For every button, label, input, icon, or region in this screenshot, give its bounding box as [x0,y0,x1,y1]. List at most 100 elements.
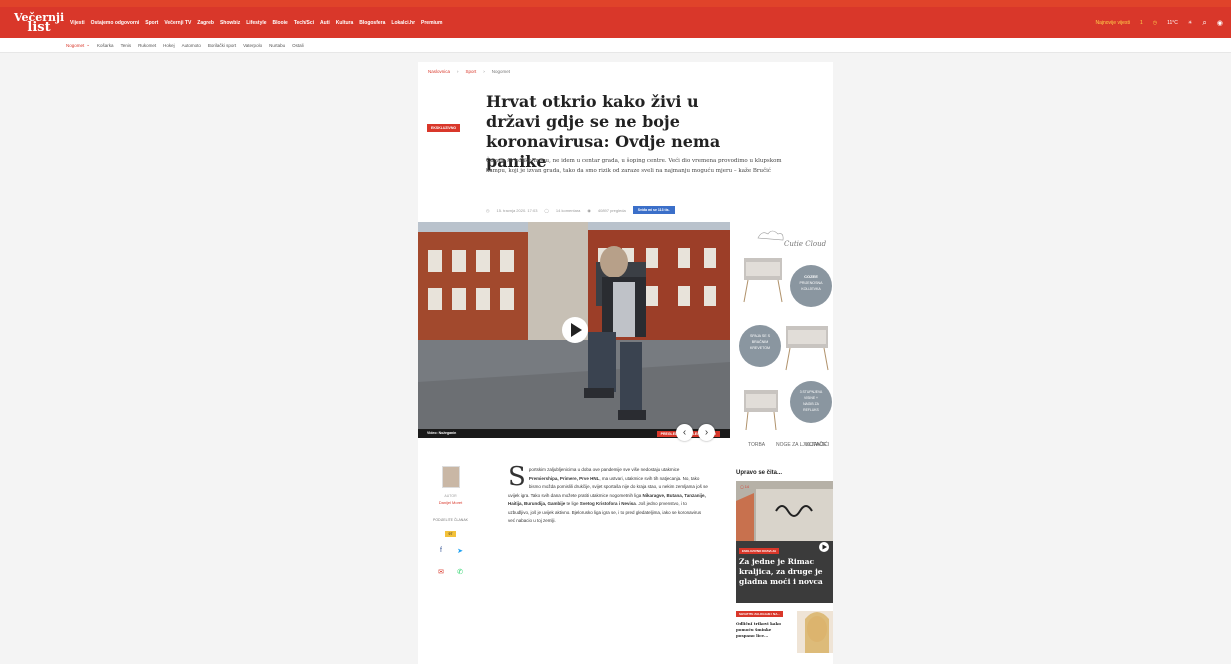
article-lead: Čuvam se koliko mogu, ne idem u centar g… [486,158,782,174]
trending-mini-image [797,611,833,653]
breadcrumb-sport[interactable]: Sport [466,69,477,74]
svg-text:PRIJENOSNA: PRIJENOSNA [800,281,824,285]
video-thumbnail [418,222,730,438]
trending-card-count: 14 [744,485,749,489]
clock-icon: ◷ [1152,19,1158,26]
main-navbar: Večernji list Vijesti Ostajemo odgovorni… [0,7,1231,38]
svg-text:KREVETOM: KREVETOM [750,346,770,350]
nav-tech[interactable]: Tech/Sci [294,20,314,26]
sport-subnav: Nogomet ⌄ Košarka Tenis Rukomet Hokej Au… [0,38,1231,53]
views-count: 40897 pregleda [597,207,626,213]
author-avatar[interactable] [441,466,460,488]
video-caption: Video: Nožeganin [427,431,457,435]
comment-count-badge: ◯ 14 [740,485,749,489]
nav-auti[interactable]: Auti [320,20,330,26]
ad-illustration: Cutie Cloud COZEE PRIJENOSNA KOLIJEVKA S… [736,222,833,458]
subnav-vaterpolo[interactable]: Vaterpolo [243,43,262,48]
article-body: S portskim zaljubljenicima u doba ove pa… [508,462,708,526]
main-nav-links: Vijesti Ostajemo odgovorni Sport Večernj… [70,20,448,26]
subnav-tenis[interactable]: Tenis [121,43,132,48]
author-box: AUTOR Danijel Moret PODIJELITE ČLANAK 97… [428,466,473,576]
nav-vijesti[interactable]: Vijesti [70,20,85,26]
body-bold: Premiershipa, Primere, Prve HNL [528,475,600,481]
trending-sidebar: Upravo se čita... ◯ 14 ESKLUZIVNO KRAVLJ… [736,470,833,656]
article-meta: ◷ 15. travnja 2020. 17:03 ◯ 14 komentara… [486,206,675,214]
subnav-automoto[interactable]: Automoto [182,43,201,48]
weather-temp: 11°C [1167,19,1178,26]
trending-card-badge: ESKLUZIVNO KRAVLJA [739,548,780,554]
nav-sport[interactable]: Sport [145,20,158,26]
share-label: PODIJELITE ČLANAK [432,518,468,522]
body-text: te lige [565,501,580,506]
facebook-like-button[interactable]: Sviđa mi se 113 tis. [632,206,675,214]
svg-text:REFLUKS: REFLUKS [803,408,819,412]
subnav-kosarka[interactable]: Košarka [97,43,114,48]
trending-mini-card[interactable]: SHVATITE ZALOGAJE I NA... OdličnI trikov… [736,611,833,656]
nav-zagreb[interactable]: Zagreb [197,20,214,26]
nav-blooie[interactable]: Blooie [273,20,288,26]
breadcrumb-separator: › [483,69,485,74]
nav-ostajemo[interactable]: Ostajemo odgovorni [91,20,140,26]
eye-icon: ◉ [587,207,591,213]
trending-card-title: Za jedne je Rimac kraljica, za druge je … [739,557,823,586]
ad-brand: Cutie Cloud [784,240,827,248]
breadcrumb-nogomet[interactable]: Nogomet [492,69,510,74]
article-container: Naslovnica › Sport › Nogomet EKSKLUZIVNO… [418,62,833,664]
breadcrumb-separator: › [457,69,459,74]
ad-label-kotacici: KOTAČIĆI [806,441,829,448]
trending-heading: Upravo se čita... [736,470,783,476]
user-icon[interactable]: ◉ [1217,19,1223,27]
nav-kultura[interactable]: Kultura [336,20,354,26]
author-label: AUTOR [444,494,457,498]
sun-icon: ☀ [1187,19,1193,26]
latest-news-link[interactable]: Najnovije vijesti [1095,20,1129,26]
nav-premium[interactable]: Premium [421,20,442,26]
subnav-nogomet[interactable]: Nogomet [66,43,84,48]
ad-label-torba: TORBA [748,442,766,448]
nav-vecernji-tv[interactable]: Večernji TV [164,20,191,26]
search-icon[interactable]: ⌕ [1202,18,1206,28]
chevron-down-icon[interactable]: ⌄ [86,42,90,48]
nav-lifestyle[interactable]: Lifestyle [246,20,266,26]
svg-text:BRAČNIM: BRAČNIM [752,339,769,344]
dropcap: S [508,462,526,492]
site-logo[interactable]: Večernji list [14,12,64,34]
subnav-borilacki[interactable]: Borilački sport [208,43,236,48]
subnav-nurtabu[interactable]: Nurtabu [269,43,285,48]
subnav-rukomet[interactable]: Rukomet [138,43,156,48]
comment-icon: ◯ [544,207,549,213]
trending-card[interactable]: ◯ 14 ESKLUZIVNO KRAVLJA Za jedne je Rima… [736,481,833,603]
body-text: portskim zaljubljenicima u doba ove pand… [528,467,680,472]
chevron-right-icon: › [704,427,709,438]
breadcrumb-home[interactable]: Naslovnica [428,69,450,74]
advertisement-banner[interactable]: Cutie Cloud COZEE PRIJENOSNA KOLIJEVKA S… [736,222,833,458]
whatsapp-icon[interactable]: ✆ [455,568,466,576]
gallery-prev-button[interactable]: ‹ [676,424,693,441]
svg-text:NAGIB ZA: NAGIB ZA [803,402,820,406]
trending-mini-title: OdličnI trikovi kako pomoću šminke pospa… [736,621,781,638]
chevron-left-icon: ‹ [682,427,687,438]
exclusive-badge: EKSKLUZIVNO [427,124,461,132]
trending-mini-badge: SHVATITE ZALOGAJE I NA... [736,611,783,617]
nav-blogosfera[interactable]: Blogosfera [359,20,385,26]
body-bold: Svetog Kristofora i Nevisa [579,501,636,506]
latest-news-count: 1 [1139,19,1143,26]
publish-date: 15. travnja 2020. 17:03 [496,207,538,213]
share-count: 97 [444,531,457,537]
nav-showbiz[interactable]: Showbiz [220,20,240,26]
svg-text:COZEE: COZEE [804,274,818,279]
svg-text:SPAJA SE S: SPAJA SE S [750,334,771,338]
video-player[interactable]: Video: Nožeganin PREGLEDAJTE GALERIJU 1 … [418,222,730,438]
comments-count[interactable]: 14 komentara [556,208,580,213]
subnav-hokej[interactable]: Hokej [163,43,175,48]
subnav-ostali[interactable]: Ostali [292,43,304,48]
top-accent-line [0,0,1231,7]
breadcrumb: Naslovnica › Sport › Nogomet [428,69,510,74]
email-icon[interactable]: ✉ [436,568,447,576]
twitter-icon[interactable]: ➤ [455,547,466,555]
nav-lokalci[interactable]: Lokalci.hr [391,20,415,26]
gallery-next-button[interactable]: › [698,424,715,441]
facebook-icon[interactable]: f [436,547,447,555]
share-buttons: f ➤ ✉ ✆ [436,547,466,576]
author-name[interactable]: Danijel Moret [428,500,473,505]
